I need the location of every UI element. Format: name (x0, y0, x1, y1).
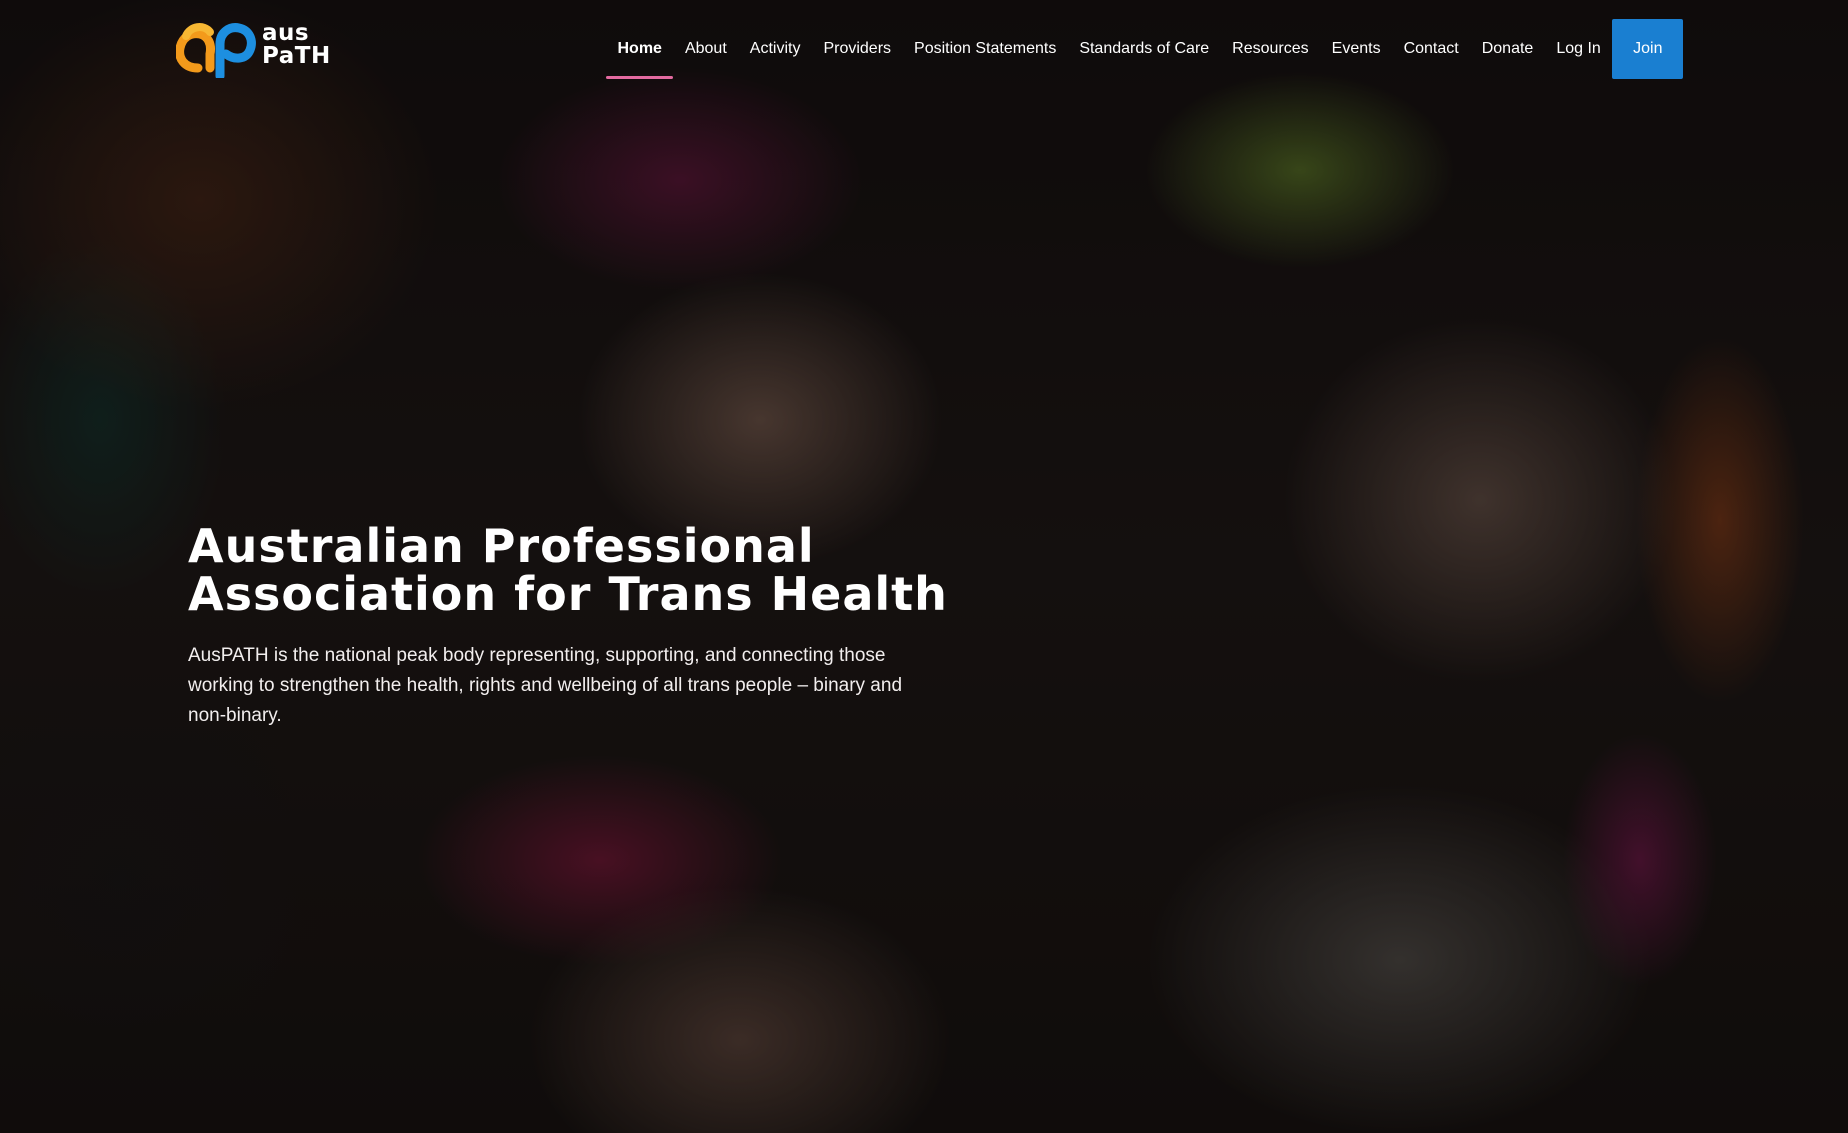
hero-description: AusPATH is the national peak body repres… (188, 645, 903, 726)
nav-item-resources[interactable]: Resources (1221, 19, 1320, 79)
site-header: aus PaTH Home About Activity Providers P… (0, 0, 1848, 100)
logo-line-1: aus (262, 20, 310, 46)
nav-item-providers[interactable]: Providers (812, 19, 903, 79)
nav-item-activity[interactable]: Activity (738, 19, 812, 79)
hero-title: Australian Professional Association for … (188, 519, 948, 621)
nav-item-events[interactable]: Events (1320, 19, 1392, 79)
nav-item-position-statements[interactable]: Position Statements (903, 19, 1068, 79)
nav-item-home[interactable]: Home (606, 19, 674, 79)
logo-line-2: PaTH (262, 43, 331, 69)
nav-item-about[interactable]: About (673, 19, 738, 79)
nav-item-standards-of-care[interactable]: Standards of Care (1068, 19, 1221, 79)
main-navigation: Home About Activity Providers Position S… (606, 19, 1684, 79)
page: aus PaTH Home About Activity Providers P… (0, 0, 1848, 1133)
nav-item-log-in[interactable]: Log In (1545, 19, 1612, 79)
auspath-logo[interactable]: aus PaTH (175, 18, 336, 81)
nav-item-donate[interactable]: Donate (1470, 19, 1545, 79)
auspath-logo-mark-icon (175, 23, 256, 81)
nav-item-contact[interactable]: Contact (1392, 19, 1470, 79)
join-button[interactable]: Join (1612, 19, 1684, 79)
auspath-logo-text: aus PaTH (262, 22, 331, 68)
